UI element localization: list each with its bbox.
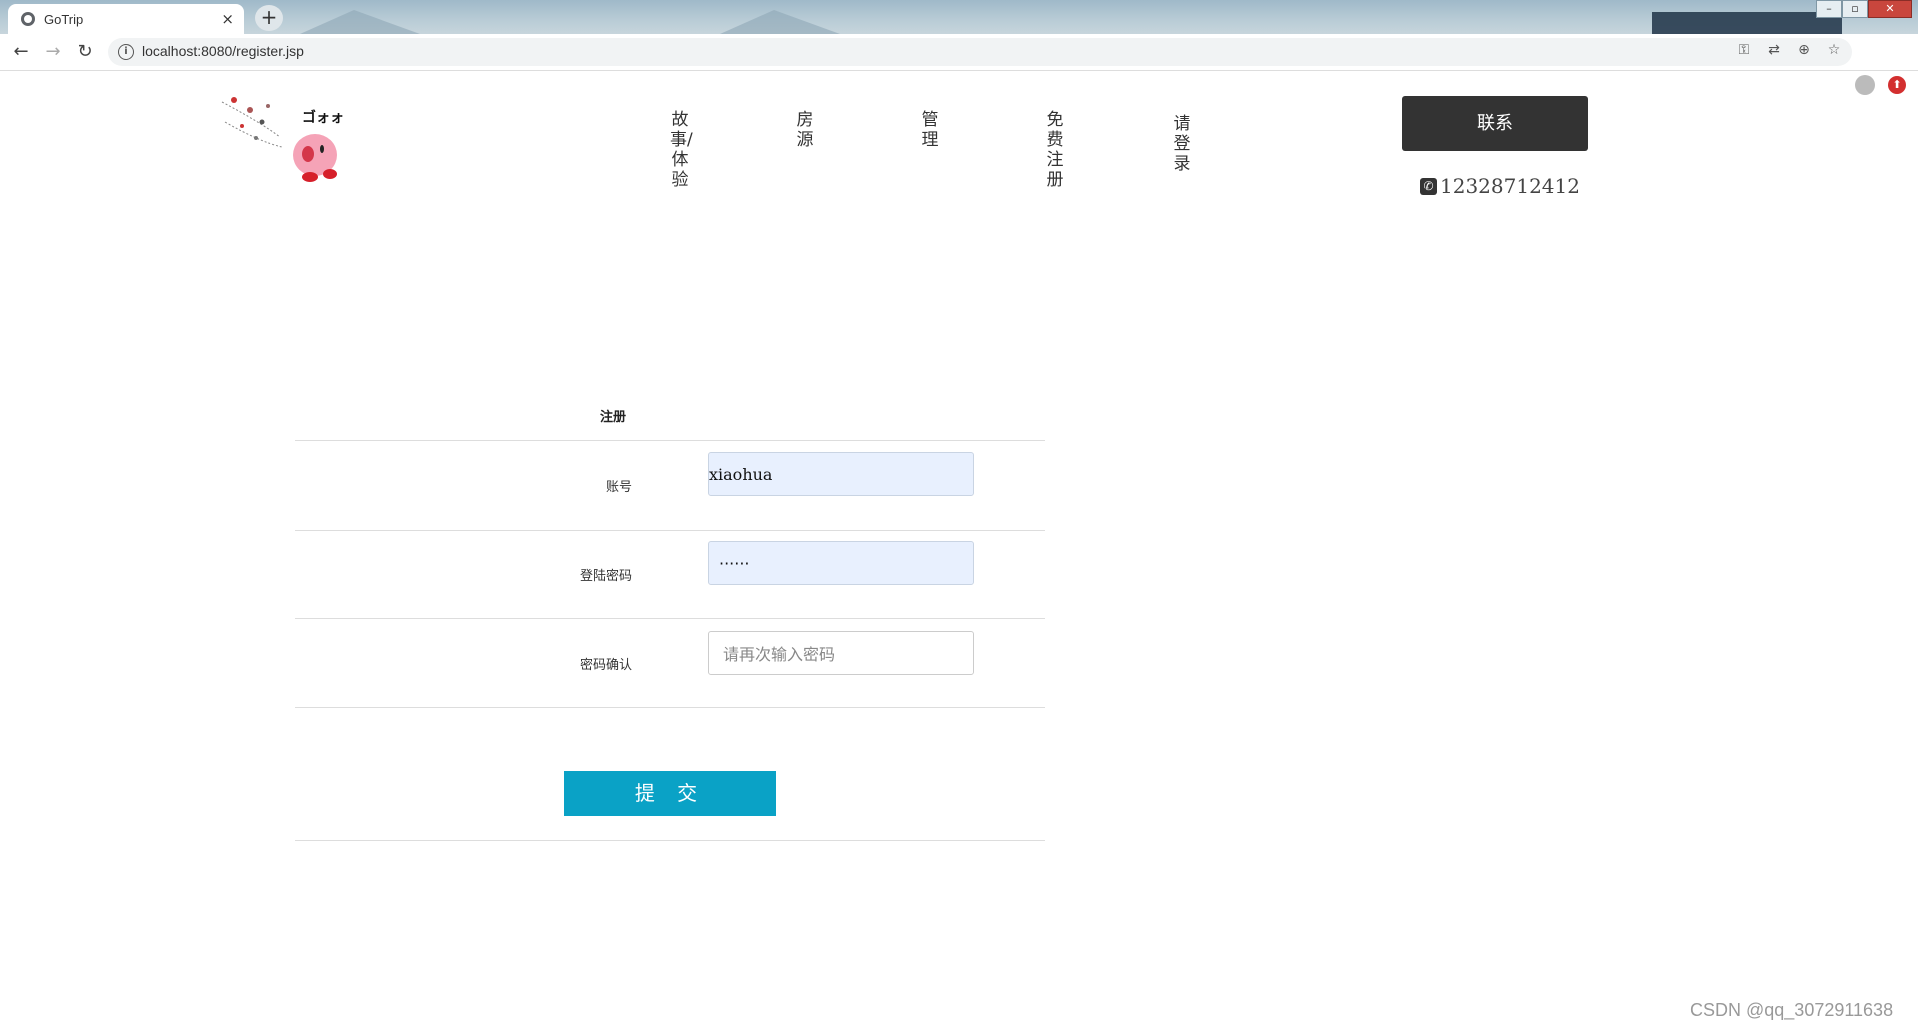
- watermark: CSDN @qq_3072911638: [1690, 1000, 1894, 1020]
- nav-login[interactable]: 请登录: [1172, 114, 1192, 174]
- nav-listings[interactable]: 房源: [795, 110, 815, 150]
- password-value: ······: [719, 553, 750, 573]
- tab-title: GoTrip: [44, 11, 84, 27]
- browser-tab-bar: GoTrip × + – ▫ ✕: [0, 0, 1918, 34]
- close-window-button[interactable]: ✕: [1868, 0, 1912, 18]
- maximize-button[interactable]: ▫: [1842, 0, 1868, 18]
- zoom-icon[interactable]: ⊕: [1794, 42, 1814, 58]
- back-button[interactable]: ←: [10, 41, 32, 63]
- account-value: xiaohua: [709, 464, 773, 484]
- confirm-password-label: 密码确认: [579, 658, 632, 673]
- form-title: 注册: [600, 410, 627, 425]
- forward-button[interactable]: →: [42, 41, 64, 63]
- phone-text: 12328712412: [1440, 174, 1580, 198]
- info-icon[interactable]: i: [118, 44, 134, 60]
- reload-button[interactable]: ↻: [74, 41, 96, 63]
- bookmark-star-icon[interactable]: ☆: [1824, 42, 1844, 58]
- key-icon[interactable]: ⚿: [1734, 42, 1754, 58]
- nav-manage[interactable]: 管理: [920, 110, 940, 150]
- divider: [295, 618, 1045, 619]
- submit-button[interactable]: 提 交: [564, 771, 776, 816]
- url-text: localhost:8080/register.jsp: [142, 43, 304, 59]
- background-decoration: [1652, 12, 1842, 34]
- background-decoration: [300, 10, 420, 34]
- divider: [295, 440, 1045, 441]
- site-logo[interactable]: ゴォォ: [220, 92, 360, 187]
- nav-story-experience[interactable]: 故事/体验: [670, 110, 693, 190]
- globe-icon: [21, 12, 35, 26]
- contact-button[interactable]: 联系: [1402, 96, 1588, 151]
- phone-icon: ✆: [1420, 177, 1437, 195]
- password-label: 登陆密码: [579, 569, 632, 584]
- address-bar[interactable]: i localhost:8080/register.jsp ⚿ ⇄ ⊕ ☆: [108, 38, 1852, 66]
- svg-text:ゴォォ: ゴォォ: [302, 109, 344, 126]
- account-input[interactable]: xiaohua: [708, 452, 974, 496]
- password-input[interactable]: ······: [708, 541, 974, 585]
- phone-number: ✆ 12328712412: [1420, 174, 1580, 198]
- new-tab-button[interactable]: +: [255, 5, 283, 31]
- translate-icon[interactable]: ⇄: [1764, 42, 1784, 58]
- divider: [295, 707, 1045, 708]
- window-controls: – ▫ ✕: [1816, 0, 1912, 18]
- confirm-password-input[interactable]: 请再次输入密码: [708, 631, 974, 675]
- divider: [295, 840, 1045, 841]
- minimize-button[interactable]: –: [1816, 0, 1842, 18]
- browser-tab[interactable]: GoTrip ×: [8, 4, 244, 34]
- extension-icon[interactable]: ⬆: [1888, 76, 1906, 94]
- confirm-password-placeholder: 请再次输入密码: [723, 645, 836, 664]
- divider: [295, 530, 1045, 531]
- account-label: 账号: [605, 480, 632, 495]
- profile-avatar[interactable]: [1855, 75, 1875, 95]
- browser-toolbar: ← → ↻ i localhost:8080/register.jsp ⚿ ⇄ …: [0, 34, 1918, 95]
- tab-close-icon[interactable]: ×: [221, 10, 234, 28]
- nav-free-register[interactable]: 免费注册: [1045, 110, 1065, 190]
- address-bar-icons: ⚿ ⇄ ⊕ ☆: [1734, 42, 1844, 58]
- background-decoration: [720, 10, 840, 34]
